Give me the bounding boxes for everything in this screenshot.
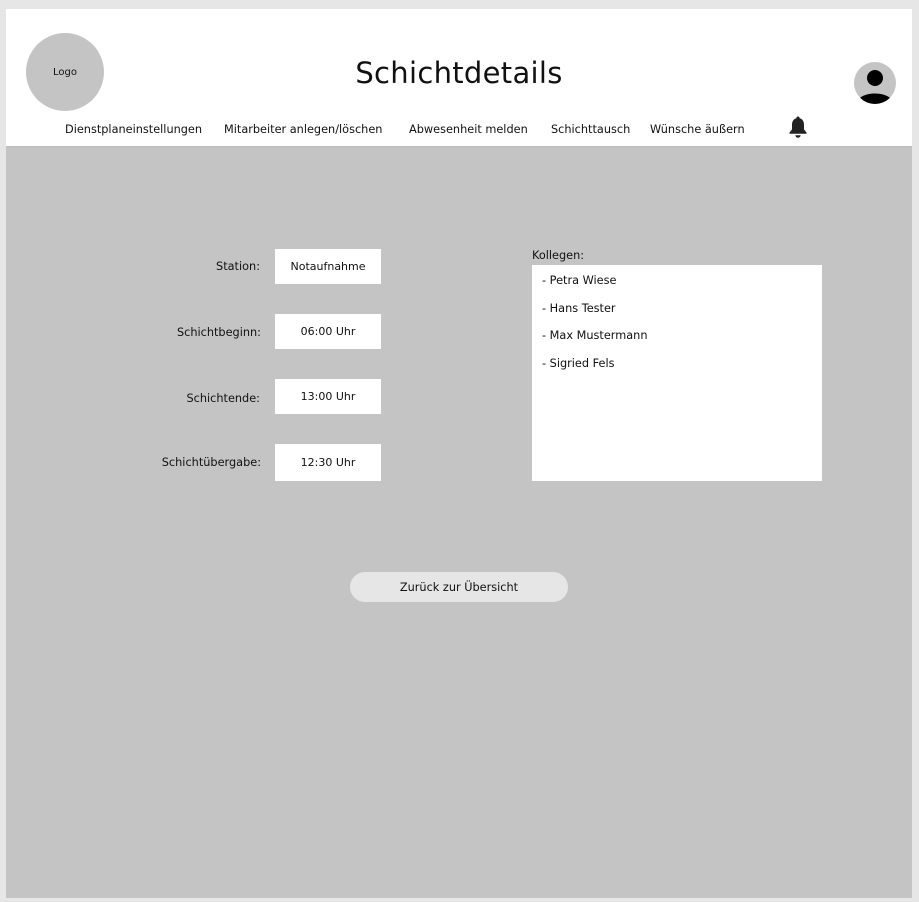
nav-dienstplaneinstellungen[interactable]: Dienstplaneinstellungen: [65, 122, 202, 138]
colleagues-list: - Petra Wiese - Hans Tester - Max Muster…: [532, 265, 822, 481]
colleague-item: - Petra Wiese: [542, 274, 617, 287]
back-to-overview-label: Zurück zur Übersicht: [399, 580, 519, 594]
station-label: Station:: [216, 260, 260, 273]
nav-mitarbeiter-anlegen-loeschen[interactable]: Mitarbeiter anlegen/löschen: [224, 122, 382, 138]
colleague-item: - Sigried Fels: [542, 356, 615, 370]
shift-handover-label: Schichtübergabe:: [161, 456, 261, 469]
bell-icon[interactable]: [787, 115, 809, 139]
shift-start-value: 06:00 Uhr: [300, 325, 356, 338]
user-icon[interactable]: [854, 62, 896, 104]
header: Logo Schichtdetails Dienstplaneinstellun…: [6, 9, 912, 147]
station-field[interactable]: Notaufnahme: [275, 249, 381, 284]
colleague-item: - Hans Tester: [542, 301, 616, 315]
app-frame: Logo Schichtdetails Dienstplaneinstellun…: [6, 9, 912, 898]
nav-schichttausch[interactable]: Schichttausch: [551, 122, 630, 138]
shift-handover-field[interactable]: 12:30 Uhr: [275, 444, 381, 481]
user-avatar-graphic: [857, 70, 893, 104]
colleagues-label: Kollegen:: [532, 249, 585, 262]
shift-end-label: Schichtende:: [186, 392, 260, 405]
shift-start-label: Schichtbeginn:: [176, 326, 261, 339]
shift-end-field[interactable]: 13:00 Uhr: [275, 379, 381, 414]
nav-wuensche-aeussern[interactable]: Wünsche äußern: [650, 122, 745, 138]
bell-icon-graphic: [789, 116, 807, 138]
colleague-item: - Max Mustermann: [542, 329, 648, 343]
shift-start-field[interactable]: 06:00 Uhr: [275, 314, 381, 349]
back-to-overview-button[interactable]: Zurück zur Übersicht: [350, 572, 568, 602]
shift-handover-value: 12:30 Uhr: [300, 456, 356, 469]
station-value: Notaufnahme: [290, 260, 366, 273]
shift-end-value: 13:00 Uhr: [300, 390, 356, 403]
page-title: Schichtdetails: [355, 56, 563, 90]
nav-abwesenheit-melden[interactable]: Abwesenheit melden: [409, 122, 528, 138]
